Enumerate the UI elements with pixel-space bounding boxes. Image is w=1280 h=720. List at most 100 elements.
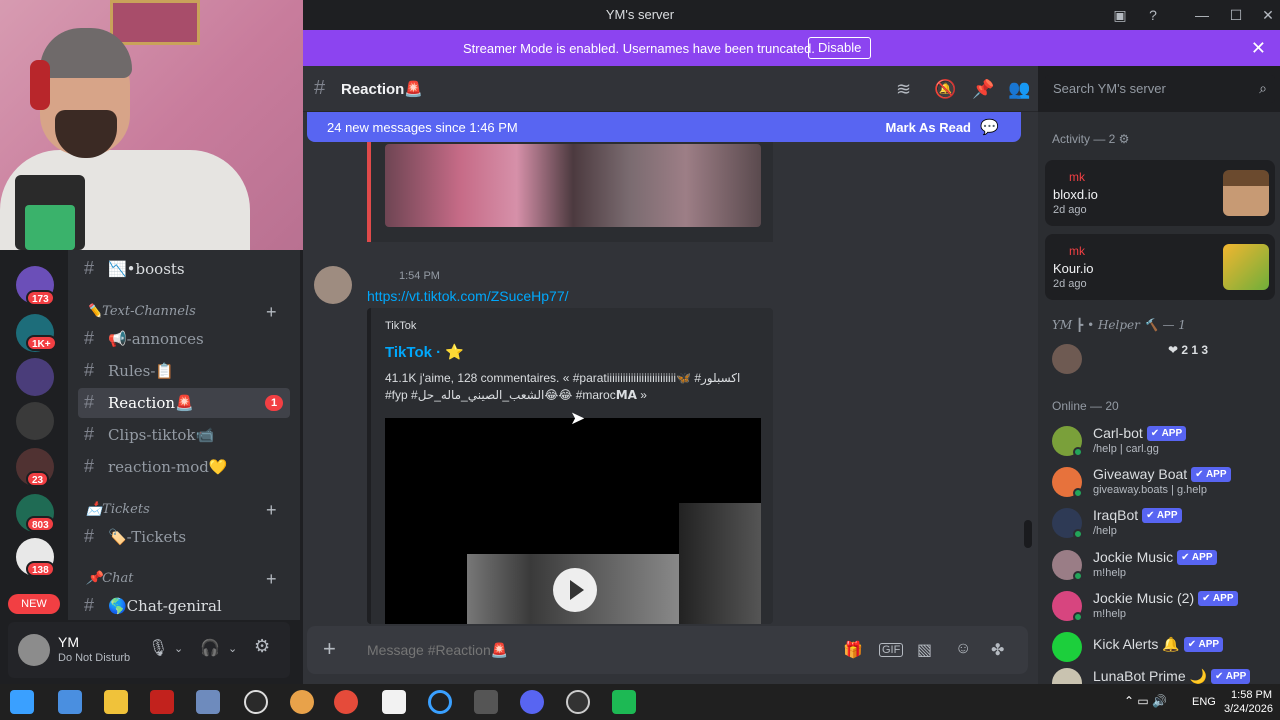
- new-messages-bar[interactable]: 24 new messages since 1:46 PM Mark As Re…: [307, 112, 1021, 142]
- notepad-icon[interactable]: [382, 690, 406, 714]
- member-kick-alerts[interactable]: Kick Alerts 🔔 ✔ APP: [1052, 628, 1274, 668]
- member-helper[interactable]: ❤ 2 1 3: [1052, 340, 1274, 380]
- tiktok-embed: TikTok TikTok · ⭐ 41.1K j'aime, 128 comm…: [367, 308, 773, 624]
- headphones-icon[interactable]: 🎧: [200, 638, 220, 658]
- channel-tickets[interactable]: # 🏷️-Tickets: [78, 522, 290, 552]
- close-window-button[interactable]: ✕: [1258, 5, 1278, 25]
- avatar[interactable]: [18, 634, 50, 666]
- gear-icon[interactable]: ⚙: [254, 636, 270, 657]
- pin-icon[interactable]: 📌: [972, 79, 994, 100]
- message-link[interactable]: https://vt.tiktok.com/ZSuceHp77/: [367, 288, 569, 304]
- category-text-channels[interactable]: ✏️Text-Channels: [86, 304, 196, 319]
- member-activity: giveaway.boats | g.help: [1093, 484, 1207, 496]
- game-thumbnail: [1223, 244, 1269, 290]
- mark-as-read-button[interactable]: Mark As Read: [886, 120, 972, 135]
- chat-scrollbar[interactable]: [1024, 520, 1032, 548]
- microphone-glow: [25, 205, 75, 250]
- app-icon[interactable]: [428, 690, 452, 714]
- member-name: Giveaway Boat: [1093, 466, 1188, 482]
- member-iraqbot[interactable]: IraqBot ✔ APP/help: [1052, 504, 1274, 544]
- server-badge: 23: [26, 471, 50, 487]
- member-name: IraqBot: [1093, 507, 1139, 523]
- steam-icon[interactable]: [244, 690, 268, 714]
- channel-reaction[interactable]: # Reaction🚨: [78, 388, 290, 418]
- banner-text: Streamer Mode is enabled. Usernames have…: [463, 41, 815, 56]
- mark-read-icon[interactable]: 💬: [980, 118, 999, 136]
- chevron-down-icon[interactable]: ⌄: [228, 642, 237, 655]
- member-giveaway-boat[interactable]: Giveaway Boat ✔ APP giveaway.boats | g.hel…: [1052, 463, 1274, 503]
- member-list-icon[interactable]: 👥: [1008, 79, 1030, 100]
- hash-icon: #: [314, 77, 326, 99]
- paint-icon[interactable]: [290, 690, 314, 714]
- add-attachment-icon[interactable]: +: [323, 636, 336, 662]
- channel-boosts[interactable]: # 📉•boosts: [78, 254, 290, 284]
- member-activity: m!help: [1093, 608, 1127, 620]
- embed-video[interactable]: [385, 418, 761, 624]
- category-chat[interactable]: 📌Chat: [86, 571, 133, 586]
- clock[interactable]: 1:58 PM 3/24/2026: [1224, 688, 1273, 716]
- discord-icon[interactable]: [520, 690, 544, 714]
- app-icon[interactable]: [566, 690, 590, 714]
- member-jockie-music-2[interactable]: Jockie Music (2) ✔ APP m!help: [1052, 587, 1274, 627]
- chevron-down-icon[interactable]: ⌄: [174, 642, 183, 655]
- channel-reaction-mod[interactable]: # reaction-mod💛: [78, 452, 290, 482]
- embed-title[interactable]: TikTok · ⭐: [385, 343, 464, 361]
- help-icon[interactable]: ?: [1143, 5, 1163, 25]
- store-icon[interactable]: [58, 690, 82, 714]
- play-icon[interactable]: [553, 568, 597, 612]
- channel-clips-tiktok[interactable]: # Clips-tiktok📹: [78, 420, 290, 450]
- apps-icon[interactable]: ✤: [991, 640, 1004, 660]
- app-badge: ✔ APP: [1210, 669, 1251, 684]
- file-explorer-icon[interactable]: [104, 690, 128, 714]
- minimize-button[interactable]: —: [1192, 5, 1212, 25]
- embed-provider: TikTok: [385, 320, 417, 332]
- maximize-button[interactable]: ☐: [1226, 5, 1246, 25]
- category-tickets[interactable]: 📩Tickets: [86, 502, 150, 517]
- inbox-icon[interactable]: ▣: [1110, 5, 1130, 25]
- disable-streamer-mode-button[interactable]: Disable: [808, 37, 872, 59]
- member-name: Kick Alerts 🔔: [1093, 636, 1180, 652]
- windows-start-icon[interactable]: [10, 690, 34, 714]
- channel-annonces[interactable]: # 📢-annonces: [78, 324, 290, 354]
- add-channel-icon[interactable]: +: [266, 302, 277, 323]
- app-icon[interactable]: [474, 690, 498, 714]
- add-channel-icon[interactable]: +: [266, 569, 277, 590]
- app-icon[interactable]: [150, 690, 174, 714]
- server-icon[interactable]: [16, 358, 54, 396]
- language-indicator[interactable]: ENG: [1192, 696, 1216, 708]
- channel-chat-geniral[interactable]: # 🌎Chat-geniral: [78, 591, 290, 621]
- search-input[interactable]: Search YM's server ⌕: [1045, 75, 1275, 103]
- activity-time: 2d ago: [1053, 278, 1087, 290]
- server-icon[interactable]: [16, 402, 54, 440]
- activity-card[interactable]: mk bloxd.io 2d ago: [1045, 160, 1275, 226]
- app-icon[interactable]: [196, 690, 220, 714]
- member-carl-bot[interactable]: Carl-bot ✔ APP/help | carl.gg: [1052, 422, 1274, 462]
- threads-icon[interactable]: ≋: [896, 79, 911, 100]
- search-icon: ⌕: [1259, 80, 1267, 96]
- activity-user: mk: [1069, 170, 1085, 184]
- system-tray-icons[interactable]: ⌃ ▭ 🔊: [1124, 694, 1167, 708]
- notification-bell-icon[interactable]: 🔕: [934, 79, 956, 100]
- windows-taskbar: [0, 684, 1280, 720]
- gift-icon[interactable]: 🎁: [843, 640, 863, 660]
- chrome-icon[interactable]: [334, 690, 358, 714]
- new-badge[interactable]: NEW: [8, 594, 60, 614]
- microphone-icon[interactable]: 🎙: [148, 638, 168, 658]
- app-icon[interactable]: [612, 690, 636, 714]
- gif-icon[interactable]: GIF: [879, 643, 904, 657]
- sticker-icon[interactable]: ▧: [917, 640, 932, 660]
- online-status-icon: [1073, 571, 1083, 581]
- add-channel-icon[interactable]: +: [266, 500, 277, 521]
- activity-user: mk: [1069, 244, 1085, 258]
- channel-rules[interactable]: # Rules-📋: [78, 356, 290, 386]
- close-banner-icon[interactable]: ✕: [1251, 38, 1266, 58]
- message-avatar[interactable]: [314, 266, 352, 304]
- member-activity: m!help: [1093, 567, 1127, 579]
- message-input[interactable]: [367, 642, 767, 658]
- embed-image[interactable]: [385, 144, 761, 227]
- server-badge: 138: [26, 561, 55, 577]
- activity-card[interactable]: mk Kour.io 2d ago: [1045, 234, 1275, 300]
- emoji-icon[interactable]: ☺: [955, 640, 971, 658]
- member-lunabot-prime[interactable]: LunaBot Prime 🌙 ✔ APP: [1052, 664, 1274, 684]
- member-jockie-music[interactable]: Jockie Music ✔ APP m!help: [1052, 546, 1274, 586]
